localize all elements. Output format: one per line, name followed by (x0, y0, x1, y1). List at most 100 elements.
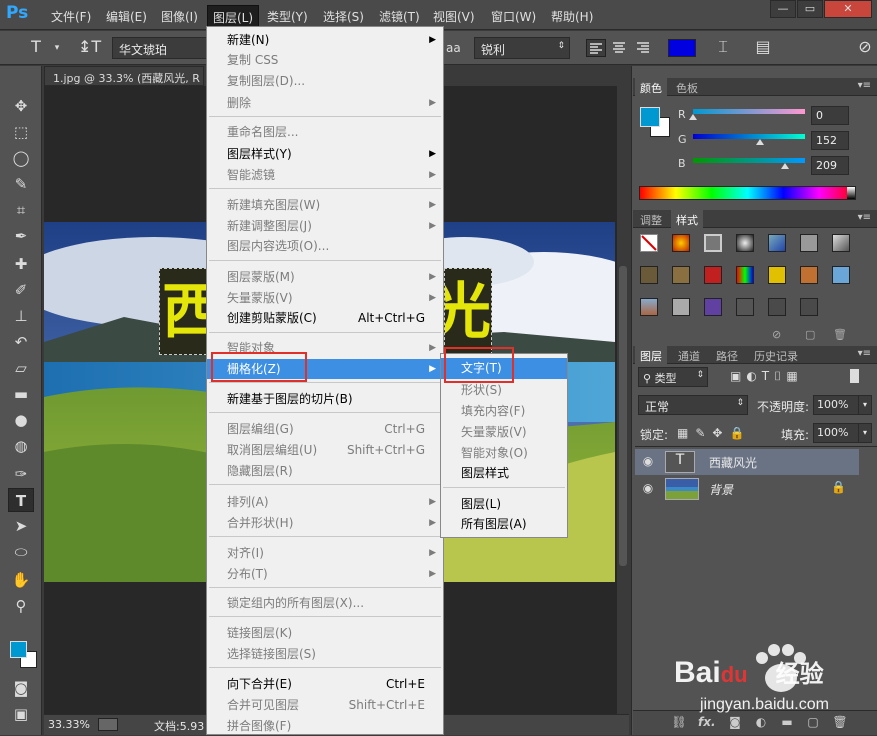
style-swatch-14[interactable] (640, 298, 658, 316)
crop-tool-icon[interactable]: ⌗ (8, 198, 34, 222)
menu-item-combine-shapes[interactable]: 合并形状(H) ▶ (207, 513, 443, 533)
text-orientation-icon[interactable]: ↨T (78, 37, 101, 59)
menu-item-new-fill-layer[interactable]: 新建填充图层(W) ▶ (207, 195, 443, 215)
b-value-input[interactable]: 209 (811, 156, 849, 175)
r-slider-track[interactable] (693, 109, 805, 114)
tab-styles[interactable]: 样式 (671, 210, 703, 228)
submenu-item-layer-style[interactable]: 图层样式 (441, 463, 567, 484)
panel-menu-icon[interactable]: ▾≡ (858, 80, 871, 91)
font-family-select[interactable]: 华文琥珀 (112, 37, 208, 59)
tab-channels[interactable]: 通道 (673, 346, 705, 364)
brush-tool-icon[interactable]: ✐ (8, 278, 34, 302)
opacity-input[interactable]: 100% (813, 395, 859, 415)
g-slider-thumb[interactable] (755, 139, 764, 145)
blur-tool-icon[interactable]: ● (8, 408, 34, 432)
menu-item-merge-down[interactable]: 向下合并(E) Ctrl+E (207, 674, 443, 694)
cancel-icon[interactable]: ⊘ (855, 37, 875, 59)
history-brush-tool-icon[interactable]: ↶ (8, 330, 34, 354)
menu-item-rename-layer[interactable]: 重命名图层... (207, 122, 443, 142)
chevron-down-icon[interactable]: ▾ (52, 43, 62, 65)
menu-item-select-linked-layers[interactable]: 选择链接图层(S) (207, 644, 443, 664)
tab-color[interactable]: 颜色 (635, 78, 667, 96)
g-slider-track[interactable] (693, 134, 805, 139)
quick-select-tool-icon[interactable]: ✎ (8, 172, 34, 196)
tab-layers[interactable]: 图层 (635, 346, 667, 364)
submenu-item-fill-content[interactable]: 填充内容(F) (441, 401, 567, 422)
clone-stamp-tool-icon[interactable]: ⊥ (8, 304, 34, 328)
align-right-icon[interactable] (634, 39, 654, 57)
menu-item-link-layers[interactable]: 链接图层(K) (207, 623, 443, 643)
r-value-input[interactable]: 0 (811, 106, 849, 125)
text-tool-icon[interactable]: T (26, 37, 46, 59)
menu-type[interactable]: 类型(Y) (267, 8, 308, 26)
document-tab[interactable]: 1.jpg @ 33.3% (西藏风光, R (44, 66, 204, 86)
menu-help[interactable]: 帮助(H) (551, 8, 593, 26)
style-swatch-3[interactable] (736, 234, 754, 252)
text-color-swatch[interactable] (668, 39, 696, 57)
gradient-tool-icon[interactable]: ▬ (8, 382, 34, 406)
tab-history[interactable]: 历史记录 (749, 346, 803, 364)
menu-item-layer-content-options[interactable]: 图层内容选项(O)... (207, 236, 443, 256)
style-swatch-11[interactable] (768, 266, 786, 284)
filter-toggle-icon[interactable] (850, 369, 859, 383)
warp-text-icon[interactable]: ⌶ (712, 37, 734, 59)
b-slider-thumb[interactable] (780, 163, 789, 169)
align-left-icon[interactable] (586, 39, 606, 57)
eye-icon[interactable]: ◉ (640, 454, 656, 470)
healing-brush-tool-icon[interactable]: ✚ (8, 252, 34, 276)
layer-name[interactable]: 西藏风光 (709, 454, 757, 471)
menu-item-duplicate-layer[interactable]: 复制图层(D)... (207, 71, 443, 91)
menu-window[interactable]: 窗口(W) (491, 8, 536, 26)
menu-item-smart-filter[interactable]: 智能滤镜 ▶ (207, 165, 443, 185)
clear-style-icon[interactable]: ⊘ (772, 328, 781, 341)
hand-tool-icon[interactable]: ✋ (8, 568, 34, 592)
style-none-icon[interactable] (640, 234, 658, 252)
style-swatch-5[interactable] (800, 234, 818, 252)
submenu-item-layer[interactable]: 图层(L) (441, 494, 567, 515)
menu-item-layer-mask[interactable]: 图层蒙版(M) ▶ (207, 267, 443, 287)
menu-item-new-adjustment-layer[interactable]: 新建调整图层(J) ▶ (207, 216, 443, 236)
layer-name[interactable]: 背景 (709, 481, 733, 498)
style-swatch-18[interactable] (768, 298, 786, 316)
minimize-button[interactable]: — (770, 0, 796, 18)
panel-menu-icon[interactable]: ▾≡ (858, 348, 871, 359)
submenu-item-vector-mask[interactable]: 矢量蒙版(V) (441, 422, 567, 443)
zoom-level[interactable]: 33.33% (48, 718, 90, 731)
submenu-item-smart-object[interactable]: 智能对象(O) (441, 443, 567, 464)
menu-item-layer-style[interactable]: 图层样式(Y) ▶ (207, 144, 443, 164)
g-value-input[interactable]: 152 (811, 131, 849, 150)
menu-item-merge-visible[interactable]: 合并可见图层 Shift+Ctrl+E (207, 695, 443, 715)
text-layer-bbox[interactable]: 西 (159, 268, 222, 355)
blend-mode-select[interactable]: 正常 ⇕ (638, 395, 748, 415)
character-panel-icon[interactable]: ▤ (752, 37, 774, 59)
menu-item-group-layers[interactable]: 图层编组(G) Ctrl+G (207, 419, 443, 439)
menu-image[interactable]: 图像(I) (161, 8, 198, 26)
menu-item-vector-mask[interactable]: 矢量蒙版(V) ▶ (207, 288, 443, 308)
status-icon[interactable] (98, 718, 118, 731)
menu-item-lock-all-layers-in-group[interactable]: 锁定组内的所有图层(X)... (207, 593, 443, 613)
style-swatch-15[interactable] (672, 298, 690, 316)
lock-icons[interactable]: ▦✎✥🔒 (677, 426, 751, 440)
menu-view[interactable]: 视图(V) (433, 8, 475, 26)
style-swatch-13[interactable] (832, 266, 850, 284)
style-swatch-16[interactable] (704, 298, 722, 316)
menu-item-new-layer-based-slice[interactable]: 新建基于图层的切片(B) (207, 389, 443, 409)
chevron-down-icon[interactable]: ▾ (858, 423, 872, 443)
zoom-tool-icon[interactable]: ⚲ (8, 594, 34, 618)
style-swatch-12[interactable] (800, 266, 818, 284)
eye-icon[interactable]: ◉ (640, 481, 656, 497)
trash-icon[interactable]: 🗑 (833, 328, 847, 341)
color-spectrum-bar[interactable] (639, 186, 856, 200)
menu-item-flatten-image[interactable]: 拼合图像(F) (207, 716, 443, 736)
style-swatch-19[interactable] (800, 298, 818, 316)
tab-swatches[interactable]: 色板 (671, 78, 703, 96)
menu-layer[interactable]: 图层(L) (207, 5, 260, 27)
pen-tool-icon[interactable]: ✑ (8, 462, 34, 486)
menu-edit[interactable]: 编辑(E) (106, 8, 147, 26)
menu-item-arrange[interactable]: 排列(A) ▶ (207, 492, 443, 512)
style-swatch-9[interactable] (704, 266, 722, 284)
menu-file[interactable]: 文件(F) (51, 8, 91, 26)
chevron-down-icon[interactable]: ▾ (858, 395, 872, 415)
tab-adjustments[interactable]: 调整 (635, 210, 667, 228)
menu-item-create-clipping-mask[interactable]: 创建剪贴蒙版(C) Alt+Ctrl+G (207, 308, 443, 328)
